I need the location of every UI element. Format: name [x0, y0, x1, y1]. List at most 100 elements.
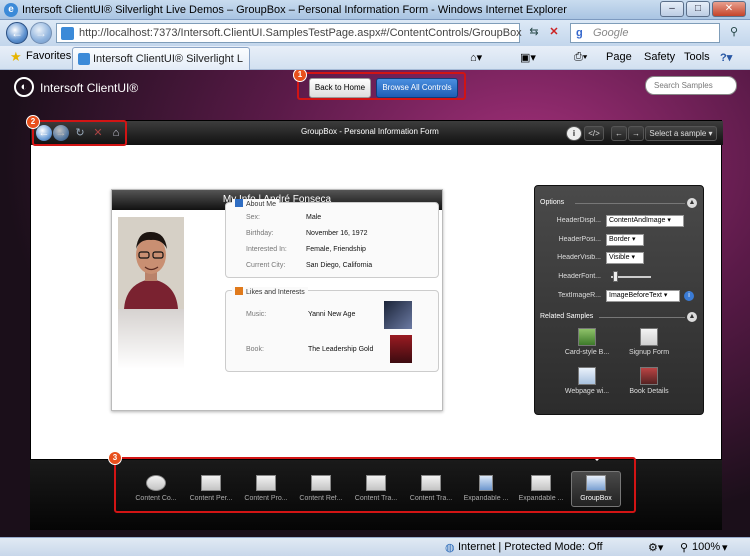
about-me-groupbox: About Me Sex: Male Birthday: November 16…: [225, 199, 439, 278]
window-title: Intersoft ClientUI® Silverlight Live Dem…: [22, 4, 567, 16]
info-person-icon: [235, 199, 243, 207]
stop-icon[interactable]: ✕: [544, 23, 564, 43]
favorites-bar: ★ Favorites Intersoft ClientUI® Silverli…: [0, 46, 750, 70]
about-label: Current City:: [246, 262, 286, 269]
likes-icon: [235, 287, 243, 295]
header-display-select[interactable]: ContentAndImage ▾: [606, 215, 684, 227]
select-sample-label: Select a sample: [649, 129, 707, 138]
about-label: Sex:: [246, 214, 261, 221]
signup-form-icon[interactable]: [640, 328, 658, 346]
about-value: November 16, 1972: [306, 230, 368, 237]
text-image-relation-select[interactable]: ImageBeforeText ▾: [606, 290, 680, 302]
zoom-dropdown-icon[interactable]: ▾: [722, 541, 728, 554]
browser-tab[interactable]: Intersoft ClientUI® Silverlight Live De.…: [72, 47, 250, 70]
tools-menu[interactable]: Tools: [684, 51, 710, 63]
header-visibility-select[interactable]: Visible ▾: [606, 252, 644, 264]
related-sample-label[interactable]: Book Details: [621, 388, 677, 395]
info-icon[interactable]: i: [566, 126, 582, 141]
likes-header: Likes and Interests: [232, 287, 308, 296]
related-sample-label[interactable]: Card-style B...: [559, 349, 615, 356]
likes-groupbox: Likes and Interests Music: Yanni New Age…: [225, 287, 439, 372]
view-source-icon[interactable]: </>: [584, 126, 604, 141]
address-url[interactable]: http://localhost:7373/Intersoft.ClientUI…: [79, 27, 522, 39]
photo-reflection: [118, 309, 184, 369]
tab-page-icon: [78, 53, 90, 65]
help-icon[interactable]: ?▾: [720, 51, 732, 64]
related-sample-label[interactable]: Signup Form: [621, 349, 677, 356]
zone-settings-icon[interactable]: ⚙▾: [648, 541, 663, 554]
related-sample-label[interactable]: Webpage wi...: [559, 388, 615, 395]
navigation-bar: ← → http://localhost:7373/Intersoft.Clie…: [0, 20, 750, 46]
frame-toolbar: ← → ↻ ✕ ⌂ GroupBox - Personal Informatio…: [31, 121, 723, 145]
about-value: San Diego, California: [306, 262, 373, 269]
likes-title: Likes and Interests: [246, 289, 305, 296]
about-label: Birthday:: [246, 230, 274, 237]
webpage-icon[interactable]: [578, 367, 596, 385]
options-collapse-icon[interactable]: ▲: [687, 198, 697, 208]
zone-status: Internet | Protected Mode: Off: [458, 541, 603, 553]
next-sample-icon[interactable]: →: [628, 126, 644, 141]
badge-2: 2: [26, 115, 40, 129]
compatibility-icon[interactable]: ⇆: [524, 23, 544, 43]
option-value: Visible: [609, 254, 630, 261]
book-details-icon[interactable]: [640, 367, 658, 385]
tab-title: Intersoft ClientUI® Silverlight Live De.…: [93, 53, 243, 65]
search-samples-input[interactable]: Search Samples: [645, 76, 737, 95]
favorites-star-icon: ★: [10, 49, 22, 64]
option-label: HeaderFont...: [558, 273, 601, 280]
page-menu[interactable]: Page: [606, 51, 632, 63]
option-value: ContentAndImage: [609, 217, 666, 224]
address-bar[interactable]: http://localhost:7373/Intersoft.ClientUI…: [56, 23, 522, 43]
app-brand: Intersoft ClientUI®: [40, 81, 139, 95]
related-divider: [599, 317, 685, 318]
sample-frame: ← → ↻ ✕ ⌂ GroupBox - Personal Informatio…: [30, 120, 723, 460]
zoom-level[interactable]: 100%: [692, 541, 720, 553]
clientui-logo-icon: ◐: [14, 77, 34, 97]
info-icon[interactable]: i: [684, 291, 694, 301]
browse-all-controls-button[interactable]: Browse All Controls: [376, 78, 458, 98]
option-label: HeaderDispl...: [556, 217, 601, 224]
music-album-thumbnail: [384, 301, 412, 329]
status-bar: ◍ Internet | Protected Mode: Off ⚙▾ ⚲ 10…: [0, 537, 750, 556]
back-to-home-button[interactable]: Back to Home: [309, 78, 371, 98]
options-divider: [575, 203, 685, 204]
search-box[interactable]: g Google: [570, 23, 720, 43]
select-sample-dropdown[interactable]: Select a sample ▾: [645, 126, 717, 141]
likes-value: Yanni New Age: [308, 311, 356, 318]
safety-menu[interactable]: Safety: [644, 51, 675, 63]
close-button[interactable]: ✕: [712, 1, 746, 17]
back-button[interactable]: ←: [6, 22, 28, 44]
likes-label: Music:: [246, 311, 267, 318]
frame-title: GroupBox - Personal Information Form: [301, 127, 439, 136]
forward-button[interactable]: →: [30, 22, 52, 44]
highlight-box-3: [114, 457, 636, 513]
prev-sample-icon[interactable]: ←: [611, 126, 627, 141]
card-style-icon[interactable]: [578, 328, 596, 346]
option-label: TextImageR...: [557, 292, 601, 299]
book-cover-thumbnail: [390, 335, 412, 363]
favorites-button[interactable]: Favorites: [26, 50, 71, 62]
profile-photo: [118, 217, 184, 309]
option-label: HeaderPosi...: [558, 236, 601, 243]
likes-value: The Leadership Gold: [308, 346, 374, 353]
related-samples-title: Related Samples: [540, 313, 594, 320]
minimize-button[interactable]: –: [660, 1, 684, 17]
page-icon: [61, 27, 74, 40]
about-value: Male: [306, 214, 322, 221]
home-icon[interactable]: ⌂▾: [470, 51, 482, 64]
related-collapse-icon[interactable]: ▲: [687, 312, 697, 322]
option-value: ImageBeforeText: [609, 292, 662, 299]
zoom-icon: ⚲: [680, 542, 689, 554]
options-panel: Options ▲ HeaderDispl... ContentAndImage…: [534, 185, 704, 415]
search-placeholder[interactable]: Google: [593, 27, 628, 39]
about-label: Interested In:: [246, 246, 287, 253]
print-icon[interactable]: ⎙▾: [574, 51, 587, 64]
header-font-slider-thumb[interactable]: [613, 271, 618, 282]
header-position-select[interactable]: Border ▾: [606, 234, 644, 246]
feeds-icon[interactable]: ▣▾: [520, 51, 536, 64]
ie-logo-icon: e: [4, 3, 18, 17]
badge-3: 3: [108, 451, 122, 465]
likes-label: Book:: [246, 346, 264, 353]
maximize-button[interactable]: □: [686, 1, 710, 17]
search-icon[interactable]: ⚲: [724, 23, 744, 43]
